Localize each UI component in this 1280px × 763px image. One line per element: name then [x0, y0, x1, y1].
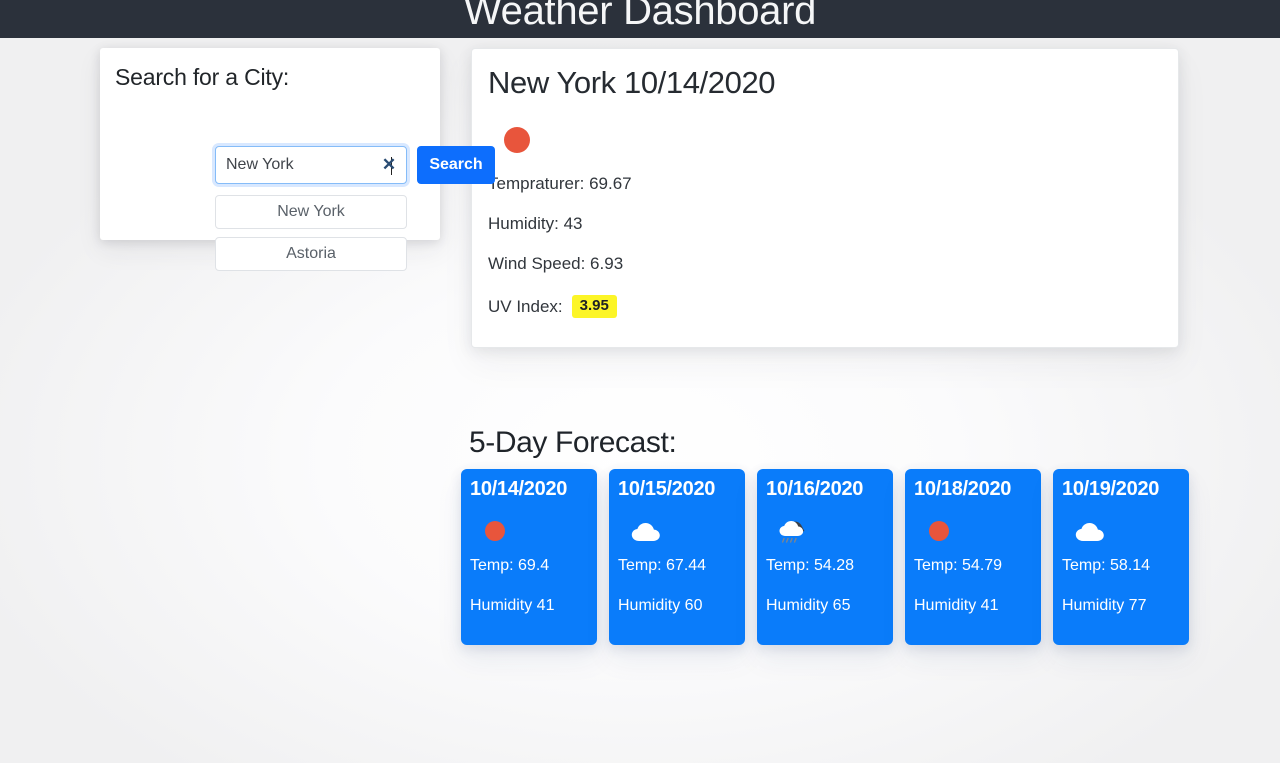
forecast-card-1: 10/14/2020 Temp: 69.4 Humidity 41 [461, 469, 597, 645]
sun-icon [926, 519, 960, 549]
current-weather-card: New York 10/14/2020 Tempraturer: 69.67 H… [471, 48, 1179, 348]
search-input-wrapper[interactable]: ✕ [215, 146, 407, 184]
rain-cloud-icon [778, 519, 812, 549]
forecast-temp: Temp: 54.79 [914, 557, 1003, 574]
current-humidity: Humidity: 43 [488, 214, 583, 233]
uv-index-badge: 3.95 [571, 295, 617, 318]
search-history-list: New York Astoria [215, 195, 407, 279]
cloud-icon [630, 519, 664, 549]
forecast-card-2: 10/15/2020 Temp: 67.44 Humidity 60 [609, 469, 745, 645]
forecast-date: 10/18/2020 [914, 478, 1012, 500]
search-button[interactable]: Search [417, 146, 495, 184]
current-wind-speed: Wind Speed: 6.93 [488, 254, 624, 273]
app-header: Weather Dashboard [0, 0, 1280, 38]
history-item-new-york[interactable]: New York [215, 195, 407, 229]
sun-icon [482, 519, 516, 549]
forecast-card-3: 10/16/2020 Temp: 54.28 Humidity 65 [757, 469, 893, 645]
current-temperature: Tempraturer: 69.67 [488, 174, 632, 193]
forecast-row: 10/14/2020 Temp: 69.4 Humidity 41 10/15/… [461, 469, 1189, 645]
forecast-date: 10/14/2020 [470, 478, 568, 500]
forecast-card-5: 10/19/2020 Temp: 58.14 Humidity 77 [1053, 469, 1189, 645]
uv-index-label: UV Index: [488, 296, 563, 316]
cloud-icon [1074, 519, 1108, 549]
forecast-humidity: Humidity 60 [618, 597, 703, 614]
current-uv-index-row: UV Index: 3.95 [488, 295, 617, 318]
page-title: Weather Dashboard [463, 0, 817, 33]
forecast-temp: Temp: 67.44 [618, 557, 707, 574]
forecast-humidity: Humidity 65 [766, 597, 851, 614]
sun-icon [504, 127, 550, 173]
search-panel: Search for a City: ✕ Search New York Ast… [100, 48, 495, 271]
forecast-humidity: Humidity 77 [1062, 597, 1147, 614]
forecast-temp: Temp: 69.4 [470, 557, 550, 574]
search-input[interactable] [226, 147, 376, 183]
history-item-astoria[interactable]: Astoria [215, 237, 407, 271]
forecast-humidity: Humidity 41 [470, 597, 555, 614]
forecast-date: 10/19/2020 [1062, 478, 1160, 500]
search-heading: Search for a City: [115, 64, 290, 90]
forecast-card-4: 10/18/2020 Temp: 54.79 Humidity 41 [905, 469, 1041, 645]
forecast-date: 10/16/2020 [766, 478, 864, 500]
forecast-heading: 5-Day Forecast: [469, 426, 677, 459]
forecast-temp: Temp: 58.14 [1062, 557, 1151, 574]
forecast-temp: Temp: 54.28 [766, 557, 855, 574]
close-x-icon[interactable]: ✕ [381, 156, 397, 174]
current-city-date: New York 10/14/2020 [488, 65, 776, 100]
forecast-date: 10/15/2020 [618, 478, 716, 500]
forecast-humidity: Humidity 41 [914, 597, 999, 614]
